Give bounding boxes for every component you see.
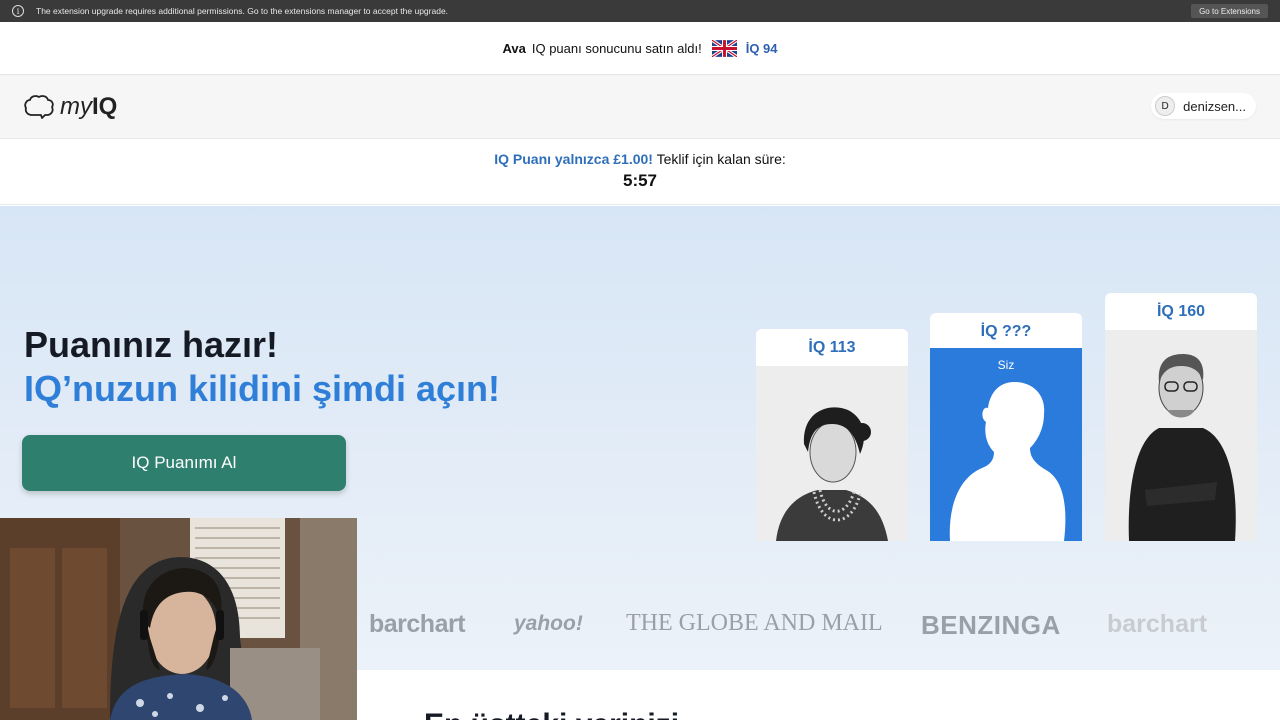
silhouette-image: Siz: [930, 348, 1082, 541]
site-header: myIQ D denizsen...: [0, 76, 1280, 139]
go-to-extensions-button[interactable]: Go to Extensions: [1191, 4, 1268, 18]
brain-icon: [24, 95, 54, 119]
card-iq-label: İQ 160: [1156, 302, 1206, 320]
section-heading: En üstteki yerinizi...: [424, 708, 704, 720]
notice-iq-score: İQ 94: [745, 40, 778, 56]
comparison-card: İQ 113: [756, 329, 908, 541]
countdown-timer: 5:57: [622, 171, 658, 190]
comparison-card-you: İQ ??? Siz: [930, 313, 1082, 541]
info-icon: i: [12, 5, 24, 17]
press-logo: BENZINGA: [921, 610, 1061, 640]
press-logo: THE GLOBE AND MAIL: [626, 610, 883, 636]
press-logo: barchart: [369, 610, 466, 638]
myiq-logo[interactable]: myIQ: [24, 93, 117, 121]
you-caption: Siz: [997, 358, 1015, 372]
press-logos: barchart yahoo! THE GLOBE AND MAIL BENZI…: [360, 610, 1260, 650]
press-logo: yahoo!: [514, 612, 583, 635]
user-name: denizsen...: [1183, 98, 1246, 114]
comparison-card: İQ 160: [1105, 293, 1257, 541]
uk-flag-icon: [711, 39, 737, 57]
purchase-notification: Ava IQ puanı sonucunu satın aldı! İQ 94: [0, 22, 1280, 75]
hero-title: Puanınız hazır!: [24, 324, 279, 365]
extension-upgrade-bar: i The extension upgrade requires additio…: [0, 0, 1280, 22]
avatar: D: [1155, 96, 1176, 116]
webcam-feed-image: [0, 518, 357, 720]
offer-price: IQ Puanı yalnızca £1.00!: [494, 151, 653, 167]
press-logo: barchart: [1107, 610, 1208, 638]
offer-text: Teklif için kalan süre:: [656, 151, 786, 167]
offer-banner: IQ Puanı yalnızca £1.00! Teklif için kal…: [0, 140, 1280, 205]
logo-my-text: my: [60, 93, 92, 120]
portrait-image: [756, 366, 908, 541]
get-iq-score-button[interactable]: IQ Puanımı Al: [22, 435, 346, 491]
hero-subtitle: IQ’nuzun kilidini şimdi açın!: [24, 368, 501, 409]
notice-text: IQ puanı sonucunu satın aldı!: [531, 40, 702, 56]
card-iq-label: İQ 113: [808, 338, 856, 356]
buyer-name: Ava: [502, 40, 526, 56]
extension-message: The extension upgrade requires additiona…: [36, 6, 449, 16]
user-menu[interactable]: D denizsen...: [1151, 93, 1256, 119]
webcam-overlay: [0, 518, 357, 720]
portrait-image: [1105, 330, 1257, 541]
logo-iq-text: IQ: [92, 93, 118, 120]
card-iq-label: İQ ???: [980, 322, 1032, 340]
